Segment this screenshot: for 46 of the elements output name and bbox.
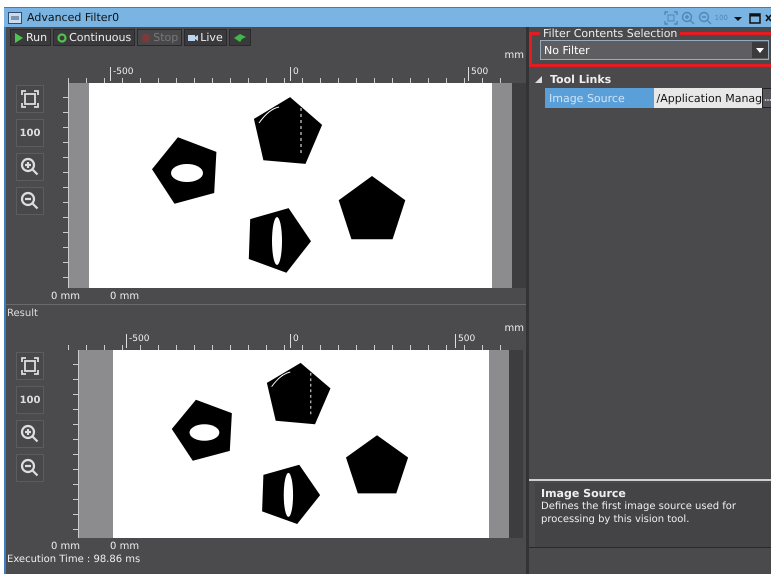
unit-label: mm <box>504 323 524 334</box>
zoom-in-button[interactable] <box>16 420 44 448</box>
play-icon <box>14 32 24 42</box>
stop-icon <box>141 32 152 42</box>
ruler-label: 500 <box>468 67 488 81</box>
description-text: Defines the first image source used for processing by this vision tool. <box>541 500 738 526</box>
section-header[interactable]: Tool Links <box>529 70 771 88</box>
ruler-label: 0 <box>290 334 299 348</box>
panel-title: Result <box>6 307 39 320</box>
coordinate-readout: 0 mm <box>51 290 80 302</box>
ruler-label: 500 <box>455 334 476 348</box>
ruler-label: -500 <box>110 67 134 81</box>
ruler-label: 0 <box>290 67 299 81</box>
fit-button[interactable] <box>16 85 44 113</box>
coordinate-readout: 0 mm <box>110 290 140 302</box>
unit-label: mm <box>504 50 524 61</box>
property-value[interactable]: /Application Manag <box>654 88 762 108</box>
zoom-in-button[interactable] <box>16 153 44 181</box>
section-title: Tool Links <box>550 72 612 86</box>
execution-time: Execution Time : 98.86 ms <box>6 554 142 565</box>
actual-size-button[interactable]: 100 <box>16 386 44 414</box>
camera-icon <box>188 32 198 42</box>
scrollbar[interactable] <box>509 350 523 538</box>
window-icon <box>8 12 22 24</box>
description-title: Image Source <box>541 487 627 500</box>
zoom-out-button[interactable] <box>16 187 44 215</box>
group-title: Filter Contents Selection <box>542 27 678 40</box>
filter-dropdown[interactable]: No Filter <box>540 40 769 60</box>
fit-button[interactable] <box>16 352 44 380</box>
window-title: Advanced Filter0 <box>27 11 120 24</box>
scrollbar[interactable] <box>512 83 526 288</box>
caret-icon <box>752 42 768 58</box>
coordinate-readout: 0 mm <box>51 540 80 552</box>
leaf-icon <box>232 32 247 42</box>
maximize-icon[interactable] <box>748 10 762 24</box>
expand-icon <box>535 76 542 82</box>
browse-button[interactable] <box>762 88 771 108</box>
toolbar-button[interactable]: Live <box>184 29 227 46</box>
camera-button[interactable] <box>228 29 251 46</box>
coordinate-readout: 0 mm <box>110 540 140 552</box>
toolbar-button[interactable]: Continuous <box>53 29 136 46</box>
toolbar-button[interactable]: Run <box>10 29 52 46</box>
ruler-label: -500 <box>126 334 150 348</box>
cycle-icon <box>57 32 68 42</box>
zoom-out-button[interactable] <box>16 454 44 482</box>
actual-size-button[interactable]: 100 <box>16 119 44 147</box>
